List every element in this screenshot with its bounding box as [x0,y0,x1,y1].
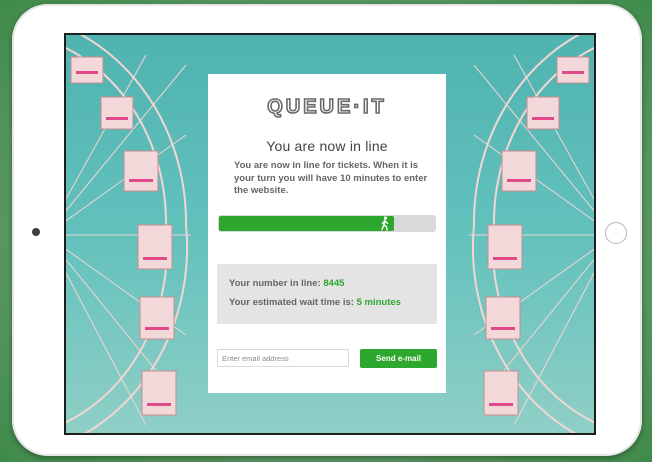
wait-time-label: Your estimated wait time is: [229,297,354,308]
queue-description: You are now in line for tickets. When it… [234,160,428,196]
queue-it-logo: QUEUE·IT [208,94,446,123]
tablet-frame: QUEUE·IT You are now in line You are now… [12,4,642,456]
home-button[interactable] [605,222,627,244]
ferris-wheel-left [66,35,191,433]
progress-fill [219,216,394,231]
logo-text: QUEUE·IT [267,96,387,118]
queue-info-box: Your number in line: 8445 Your estimated… [217,264,437,324]
queue-progress-bar [218,215,436,232]
page-title: You are now in line [266,138,388,154]
queue-card: QUEUE·IT You are now in line You are now… [208,74,446,393]
walking-person-icon [381,216,389,231]
tablet-screen: QUEUE·IT You are now in line You are now… [64,33,596,435]
ferris-wheel-right [469,35,594,433]
wait-time-value: 5 minutes [356,297,401,308]
send-email-button[interactable]: Send e-mail [360,349,437,368]
queue-number-line: Your number in line: 8445 [229,278,344,289]
queue-number-value: 8445 [323,278,345,289]
front-camera-icon [32,228,40,236]
wait-time-line: Your estimated wait time is: 5 minutes [229,297,401,308]
queue-number-label: Your number in line: [229,278,321,289]
email-input[interactable] [217,349,349,367]
